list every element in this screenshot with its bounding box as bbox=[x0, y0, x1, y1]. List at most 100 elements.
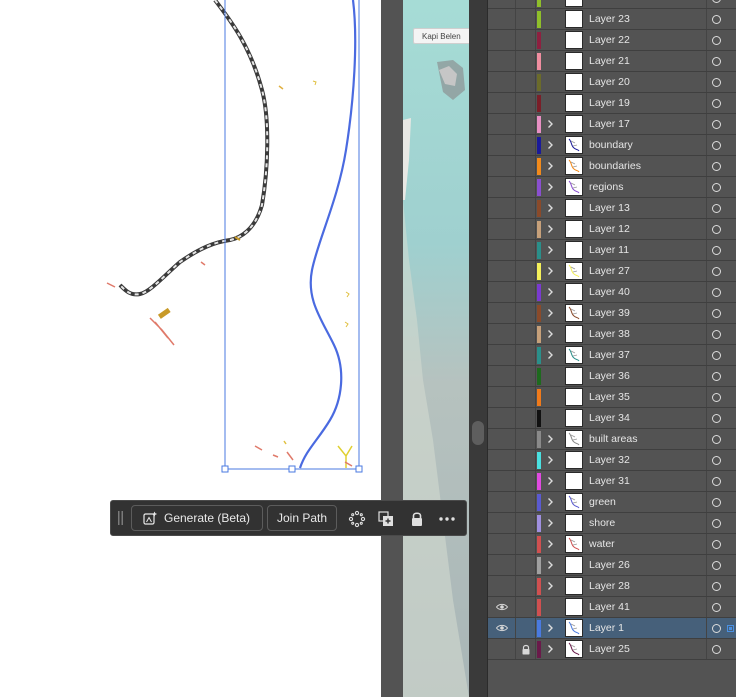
chevron-right-icon[interactable] bbox=[545, 350, 555, 360]
layer-name[interactable]: Layer 20 bbox=[589, 72, 630, 92]
visibility-toggle[interactable] bbox=[488, 282, 516, 302]
chevron-right-icon[interactable] bbox=[545, 539, 555, 549]
target-icon[interactable] bbox=[712, 309, 721, 318]
target-icon[interactable] bbox=[712, 519, 721, 528]
layer-name[interactable]: Layer 31 bbox=[589, 471, 630, 491]
target-icon[interactable] bbox=[712, 225, 721, 234]
visibility-toggle[interactable] bbox=[488, 219, 516, 239]
layer-name[interactable]: Layer 37 bbox=[589, 345, 630, 365]
layer-name[interactable]: Layer 34 bbox=[589, 408, 630, 428]
visibility-toggle[interactable] bbox=[488, 177, 516, 197]
layer-name[interactable]: Layer 32 bbox=[589, 450, 630, 470]
selected-art-indicator[interactable] bbox=[727, 625, 734, 632]
target-icon[interactable] bbox=[712, 204, 721, 213]
layer-row[interactable]: Layer 22 bbox=[488, 30, 736, 51]
visibility-toggle[interactable] bbox=[488, 429, 516, 449]
target-icon[interactable] bbox=[712, 162, 721, 171]
layer-name[interactable]: Layer 23 bbox=[589, 9, 630, 29]
layer-row[interactable]: Layer 13 bbox=[488, 198, 736, 219]
chevron-right-icon[interactable] bbox=[545, 119, 555, 129]
join-path-button[interactable]: Join Path bbox=[267, 505, 337, 531]
lock-toggle[interactable] bbox=[516, 387, 536, 407]
layer-name[interactable]: Layer 28 bbox=[589, 576, 630, 596]
layer-name[interactable]: Layer 25 bbox=[589, 639, 630, 659]
visibility-toggle[interactable] bbox=[488, 240, 516, 260]
visibility-toggle[interactable] bbox=[488, 534, 516, 554]
visibility-toggle[interactable] bbox=[488, 156, 516, 176]
visibility-toggle[interactable] bbox=[488, 30, 516, 50]
target-icon[interactable] bbox=[712, 582, 721, 591]
generate-beta-button[interactable]: Generate (Beta) bbox=[131, 505, 263, 531]
chevron-right-icon[interactable] bbox=[545, 497, 555, 507]
chevron-right-icon[interactable] bbox=[545, 266, 555, 276]
target-icon[interactable] bbox=[712, 120, 721, 129]
target-icon[interactable] bbox=[712, 330, 721, 339]
layer-row[interactable]: Layer 37 bbox=[488, 345, 736, 366]
layer-row[interactable]: boundaries bbox=[488, 156, 736, 177]
lock-toggle[interactable] bbox=[516, 51, 536, 71]
target-icon[interactable] bbox=[712, 393, 721, 402]
layer-row[interactable]: Layer 40 bbox=[488, 282, 736, 303]
chevron-right-icon[interactable] bbox=[545, 518, 555, 528]
layer-row[interactable]: Layer 35 bbox=[488, 387, 736, 408]
railway-line[interactable] bbox=[118, 0, 270, 297]
lock-toggle[interactable] bbox=[516, 114, 536, 134]
target-icon[interactable] bbox=[712, 99, 721, 108]
chevron-right-icon[interactable] bbox=[545, 308, 555, 318]
layer-name[interactable]: regions bbox=[589, 177, 623, 197]
lock-toggle[interactable] bbox=[516, 177, 536, 197]
layer-row[interactable]: Layer 28 bbox=[488, 576, 736, 597]
vertical-scrollbar[interactable] bbox=[469, 0, 487, 697]
layer-name[interactable]: Layer 1 bbox=[589, 618, 624, 638]
chevron-right-icon[interactable] bbox=[545, 329, 555, 339]
lock-icon[interactable] bbox=[408, 510, 426, 528]
lock-toggle[interactable] bbox=[516, 261, 536, 281]
target-icon[interactable] bbox=[712, 561, 721, 570]
visibility-toggle[interactable] bbox=[488, 492, 516, 512]
layer-row[interactable]: Layer 34 bbox=[488, 408, 736, 429]
layer-name[interactable]: Layer 38 bbox=[589, 324, 630, 344]
lock-toggle[interactable] bbox=[516, 198, 536, 218]
layer-row[interactable]: boundary bbox=[488, 135, 736, 156]
chevron-right-icon[interactable] bbox=[545, 623, 555, 633]
target-icon[interactable] bbox=[712, 267, 721, 276]
layer-name[interactable]: water bbox=[589, 534, 615, 554]
lock-toggle[interactable] bbox=[516, 597, 536, 617]
layer-row[interactable]: Layer 32 bbox=[488, 450, 736, 471]
lock-toggle[interactable] bbox=[516, 513, 536, 533]
visibility-toggle[interactable] bbox=[488, 597, 516, 617]
target-icon[interactable] bbox=[712, 456, 721, 465]
river-path[interactable] bbox=[298, 0, 357, 469]
lock-toggle[interactable] bbox=[516, 408, 536, 428]
visibility-toggle[interactable] bbox=[488, 408, 516, 428]
layer-row[interactable]: Layer 36 bbox=[488, 366, 736, 387]
layer-row[interactable]: Layer 25 bbox=[488, 639, 736, 660]
layer-row[interactable]: Layer 23 bbox=[488, 9, 736, 30]
layer-row[interactable]: Layer 1 bbox=[488, 618, 736, 639]
lock-toggle[interactable] bbox=[516, 240, 536, 260]
lock-toggle[interactable] bbox=[516, 618, 536, 638]
target-icon[interactable] bbox=[712, 624, 721, 633]
target-icon[interactable] bbox=[712, 351, 721, 360]
layer-name[interactable]: Layer 13 bbox=[589, 198, 630, 218]
layer-row-partial[interactable] bbox=[488, 0, 736, 9]
contextual-task-bar[interactable]: Generate (Beta) Join Path bbox=[110, 500, 467, 536]
visibility-toggle[interactable] bbox=[488, 114, 516, 134]
layer-name[interactable]: boundaries bbox=[589, 156, 641, 176]
target-icon[interactable] bbox=[712, 435, 721, 444]
lock-toggle[interactable] bbox=[516, 93, 536, 113]
layer-name[interactable]: built areas bbox=[589, 429, 637, 449]
lock-toggle[interactable] bbox=[516, 345, 536, 365]
chevron-right-icon[interactable] bbox=[545, 203, 555, 213]
layer-name[interactable]: Layer 41 bbox=[589, 597, 630, 617]
visibility-toggle[interactable] bbox=[488, 0, 516, 8]
lock-toggle[interactable] bbox=[516, 156, 536, 176]
lock-toggle[interactable] bbox=[516, 219, 536, 239]
lock-toggle[interactable] bbox=[516, 555, 536, 575]
visibility-toggle[interactable] bbox=[488, 72, 516, 92]
lock-toggle[interactable] bbox=[516, 303, 536, 323]
artboard-canvas[interactable] bbox=[0, 0, 382, 697]
visibility-toggle[interactable] bbox=[488, 303, 516, 323]
visibility-toggle[interactable] bbox=[488, 51, 516, 71]
layer-row[interactable]: Layer 21 bbox=[488, 51, 736, 72]
